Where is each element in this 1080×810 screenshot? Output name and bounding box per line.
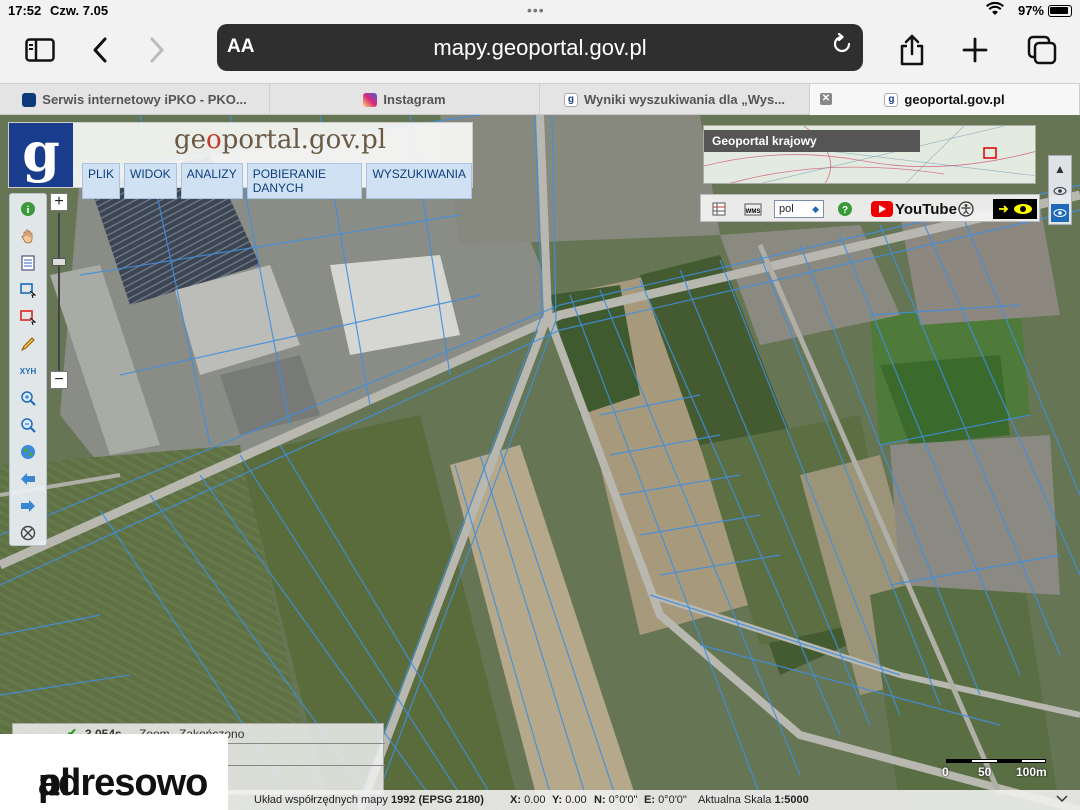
menu-analizy[interactable]: ANALIZY bbox=[180, 163, 243, 199]
tab-label: Serwis internetowy iPKO - PKO... bbox=[42, 92, 247, 107]
svg-text:?: ? bbox=[842, 205, 848, 216]
battery-percent: 97% bbox=[1017, 3, 1044, 18]
map-tools-panel: i XYH bbox=[9, 193, 47, 546]
reset-icon[interactable] bbox=[19, 524, 37, 542]
zoom-handle[interactable] bbox=[52, 258, 66, 266]
tab-geoportal[interactable]: ✕ g geoportal.gov.pl bbox=[810, 84, 1080, 115]
share-icon[interactable] bbox=[892, 30, 932, 70]
tab-instagram[interactable]: Instagram bbox=[270, 84, 540, 115]
zoom-slider[interactable]: + − bbox=[50, 193, 70, 393]
globe-icon[interactable] bbox=[19, 443, 37, 461]
tab-label: Instagram bbox=[383, 92, 446, 107]
tab-google-search[interactable]: g Wyniki wyszukiwania dla „Wys... bbox=[540, 84, 810, 115]
map-canvas[interactable]: g geoportal.gov.pl PLIK WIDOK ANALIZY PO… bbox=[0, 115, 1080, 810]
map-scalebar: 0 50 100m bbox=[940, 755, 1050, 785]
date: Czw. 7.05 bbox=[50, 3, 109, 18]
collapse-chevron-icon[interactable] bbox=[1055, 793, 1069, 807]
coord-system: Układ współrzędnych mapy 1992 (EPSG 2180… bbox=[254, 794, 484, 806]
svg-text:i: i bbox=[27, 205, 30, 216]
multitasking-dots-icon[interactable]: ••• bbox=[527, 2, 545, 18]
tab-ipko[interactable]: Serwis internetowy iPKO - PKO... bbox=[0, 84, 270, 115]
coordinate-status-bar: Układ współrzędnych mapy 1992 (EPSG 2180… bbox=[228, 790, 1080, 810]
ios-status-bar: 17:52 Czw. 7.05 ••• 97% bbox=[0, 0, 1080, 22]
wms-icon[interactable]: WMS bbox=[743, 199, 763, 219]
legend-icon[interactable] bbox=[19, 254, 37, 272]
sidebar-icon[interactable] bbox=[20, 30, 60, 70]
url-text: mapy.geoportal.gov.pl bbox=[433, 35, 647, 60]
geoportal-wordmark: geoportal.gov.pl bbox=[174, 125, 387, 155]
zoom-plus-button[interactable]: + bbox=[50, 193, 68, 211]
battery-icon bbox=[1048, 5, 1072, 17]
tab-label: Wyniki wyszukiwania dla „Wys... bbox=[583, 92, 786, 107]
info-icon[interactable]: i bbox=[19, 200, 37, 218]
back-icon[interactable] bbox=[80, 30, 120, 70]
tabs-overview-icon[interactable] bbox=[1022, 30, 1062, 70]
geoportal-logo: g bbox=[9, 123, 73, 187]
overview-map[interactable]: Geoportal krajowy bbox=[703, 125, 1036, 184]
adresowo-watermark: adresowo. pl bbox=[0, 734, 228, 810]
overview-title: Geoportal krajowy bbox=[704, 130, 920, 152]
table-icon[interactable] bbox=[711, 199, 727, 219]
youtube-link[interactable]: YouTube bbox=[871, 199, 957, 219]
select-red-icon[interactable] bbox=[19, 308, 37, 326]
layer-toggle-panel: ▲ bbox=[1048, 155, 1072, 225]
geoportal-favicon-icon: g bbox=[563, 92, 578, 107]
pan-hand-icon[interactable] bbox=[19, 227, 37, 245]
close-tab-icon[interactable]: ✕ bbox=[820, 93, 832, 105]
current-scale: Aktualna Skala 1:5000 bbox=[698, 794, 809, 806]
zoom-out-icon[interactable] bbox=[19, 416, 37, 434]
xyh-icon[interactable]: XYH bbox=[19, 362, 37, 380]
coord-y: Y: 0.00 bbox=[552, 794, 587, 806]
zoom-in-icon[interactable] bbox=[19, 389, 37, 407]
back-arrow-icon[interactable] bbox=[19, 470, 37, 488]
scalebar-bar bbox=[946, 759, 1046, 763]
select-rectangle-icon[interactable] bbox=[19, 281, 37, 299]
coord-n: N: 0°0'0" bbox=[594, 794, 638, 806]
svg-text:WMS: WMS bbox=[746, 209, 761, 215]
pencil-icon[interactable] bbox=[19, 335, 37, 353]
ipko-favicon-icon bbox=[22, 92, 37, 107]
utility-toolbar: WMS pol ◆ ? YouTube bbox=[700, 194, 1040, 222]
instagram-favicon-icon bbox=[363, 92, 378, 107]
zoom-minus-button[interactable]: − bbox=[50, 371, 68, 389]
geoportal-header: g geoportal.gov.pl PLIK WIDOK ANALIZY PO… bbox=[8, 122, 473, 199]
high-contrast-icon[interactable] bbox=[993, 199, 1037, 219]
menu-widok[interactable]: WIDOK bbox=[124, 163, 177, 199]
menu-pobieranie-danych[interactable]: POBIERANIE DANYCH bbox=[246, 163, 363, 199]
address-bar[interactable]: AA mapy.geoportal.gov.pl bbox=[217, 24, 863, 71]
clock: 17:52 bbox=[8, 3, 42, 18]
layer-toggle-1-icon[interactable]: ▲ bbox=[1051, 160, 1069, 178]
zoom-track[interactable] bbox=[58, 213, 60, 371]
coord-e: E: 0°0'0" bbox=[644, 794, 687, 806]
help-icon[interactable]: ? bbox=[836, 199, 854, 219]
new-tab-icon[interactable] bbox=[955, 30, 995, 70]
browser-toolbar: AA mapy.geoportal.gov.pl bbox=[0, 22, 1080, 80]
forward-arrow-icon[interactable] bbox=[19, 497, 37, 515]
main-menu: PLIK WIDOK ANALIZY POBIERANIE DANYCH WYS… bbox=[82, 163, 472, 199]
language-select[interactable]: pol ◆ bbox=[774, 200, 824, 218]
scale-label: 100m bbox=[1016, 765, 1047, 779]
tab-strip: Serwis internetowy iPKO - PKO... Instagr… bbox=[0, 83, 1080, 115]
youtube-play-icon bbox=[871, 201, 893, 217]
eye-icon[interactable] bbox=[1051, 182, 1069, 200]
coord-x: X: 0.00 bbox=[510, 794, 546, 806]
forward-icon[interactable] bbox=[137, 30, 177, 70]
tab-label: geoportal.gov.pl bbox=[904, 92, 1005, 107]
eye-active-icon[interactable] bbox=[1051, 204, 1069, 222]
scale-label: 0 bbox=[942, 765, 949, 779]
accessibility-icon[interactable] bbox=[957, 199, 975, 219]
scale-label: 50 bbox=[978, 765, 992, 779]
menu-plik[interactable]: PLIK bbox=[82, 163, 121, 199]
geoportal-favicon-icon: g bbox=[884, 92, 899, 107]
wifi-icon bbox=[986, 1, 1004, 19]
reload-icon[interactable] bbox=[831, 32, 853, 61]
menu-wyszukiwania[interactable]: WYSZUKIWANIA bbox=[366, 163, 472, 199]
